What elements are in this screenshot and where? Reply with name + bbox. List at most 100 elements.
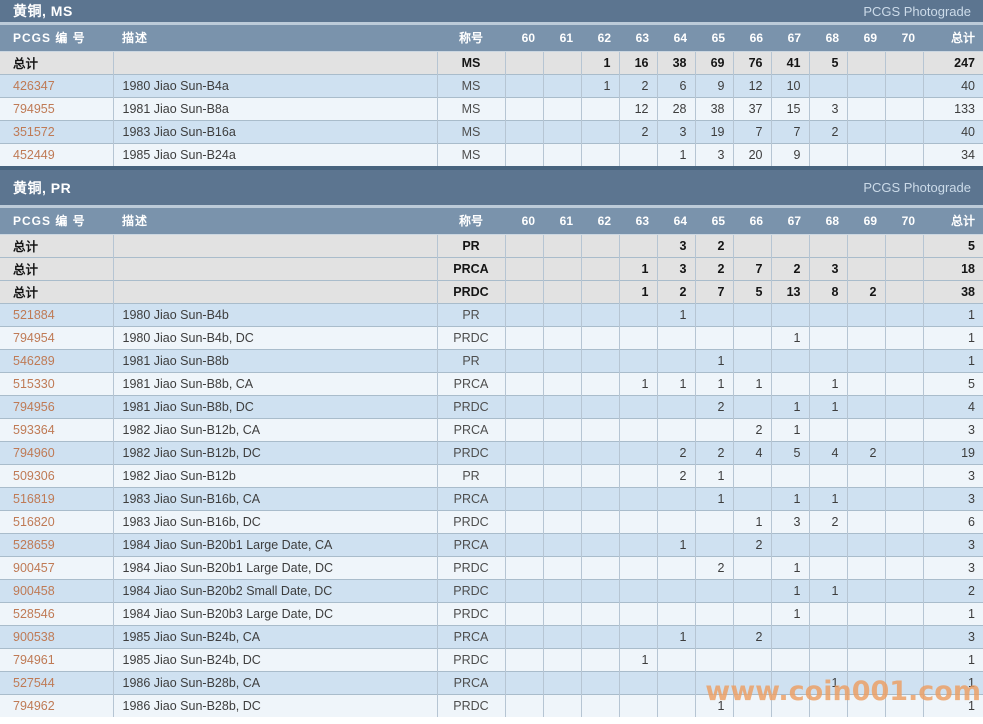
pcgs-number-link[interactable]: 509306 [13, 469, 55, 483]
pcgs-number-link[interactable]: 794962 [13, 699, 55, 713]
grade-65-cell: 1 [694, 348, 733, 372]
grade-63-cell [618, 233, 657, 257]
pcgs-number-cell: 521884 [0, 302, 113, 326]
grade-66-cell: 7 [732, 256, 771, 280]
pcgs-number-link[interactable]: 794960 [13, 446, 55, 460]
grade-67-cell [770, 647, 809, 671]
grade-67-cell [770, 302, 809, 326]
grade-68-cell [808, 532, 847, 556]
pcgs-number-link[interactable]: 900458 [13, 584, 55, 598]
total-cell: 38 [922, 279, 983, 303]
pcgs-number-link[interactable]: 527544 [13, 676, 55, 690]
grade-70-cell [884, 601, 923, 625]
pcgs-number-link[interactable]: 426347 [13, 79, 55, 93]
grade-66-cell [732, 693, 771, 717]
grade-62-cell: 1 [580, 50, 619, 74]
grade-60-cell [504, 693, 543, 717]
designation-cell: PRCA [436, 417, 505, 441]
grade-65-cell: 2 [694, 555, 733, 579]
grade-66-cell: 2 [732, 417, 771, 441]
grade-69-cell [846, 670, 885, 694]
pcgs-number-link[interactable]: 351572 [13, 125, 55, 139]
table-title: 黄铜, PR [13, 179, 72, 196]
grade-67-cell: 1 [770, 578, 809, 602]
pcgs-number-link[interactable]: 794956 [13, 400, 55, 414]
pcgs-number-link[interactable]: 528659 [13, 538, 55, 552]
col-pcgs-number: PCGS 编 号 [0, 25, 113, 52]
grade-63-cell [618, 601, 657, 625]
grade-61-cell [542, 142, 581, 166]
designation-cell: PRCA [436, 486, 505, 510]
grade-67-cell: 7 [770, 119, 809, 143]
grade-70-cell [884, 624, 923, 648]
total-cell: 5 [922, 233, 983, 257]
col-grade-63: 63 [619, 25, 657, 52]
col-designation: 称号 [437, 25, 505, 52]
summary-label: 总计 [0, 279, 113, 303]
description-cell: 1981 Jiao Sun-B8b, DC [112, 394, 437, 418]
photograde-link[interactable]: PCGS Photograde [863, 4, 971, 19]
grade-66-cell: 1 [732, 509, 771, 533]
grade-65-cell: 2 [694, 256, 733, 280]
grade-60-cell [504, 348, 543, 372]
grade-64-cell: 1 [656, 624, 695, 648]
table-row: 521884 1980 Jiao Sun-B4b PR 1 1 [0, 302, 983, 326]
grade-60-cell [504, 440, 543, 464]
grade-65-cell [694, 302, 733, 326]
pcgs-number-link[interactable]: 794955 [13, 102, 55, 116]
grade-65-cell: 3 [694, 142, 733, 166]
pcgs-number-link[interactable]: 516819 [13, 492, 55, 506]
total-cell: 5 [922, 371, 983, 395]
pcgs-number-link[interactable]: 546289 [13, 354, 55, 368]
description-cell: 1982 Jiao Sun-B12b [112, 463, 437, 487]
grade-61-cell [542, 50, 581, 74]
grade-63-cell: 1 [618, 256, 657, 280]
grade-60-cell [504, 601, 543, 625]
pcgs-number-link[interactable]: 593364 [13, 423, 55, 437]
grade-67-cell [770, 532, 809, 556]
pcgs-number-link[interactable]: 900457 [13, 561, 55, 575]
grade-68-cell [808, 348, 847, 372]
total-cell: 3 [922, 532, 983, 556]
pcgs-number-cell: 528546 [0, 601, 113, 625]
pcgs-number-link[interactable]: 900538 [13, 630, 55, 644]
pcgs-number-cell: 900457 [0, 555, 113, 579]
grade-60-cell [504, 555, 543, 579]
table-row: 516819 1983 Jiao Sun-B16b, CA PRCA 1 1 1 3 [0, 486, 983, 510]
grade-61-cell [542, 371, 581, 395]
grade-70-cell [884, 578, 923, 602]
table-row: 794962 1986 Jiao Sun-B28b, DC PRDC 1 1 [0, 693, 983, 717]
grade-60-cell [504, 371, 543, 395]
grade-62-cell [580, 394, 619, 418]
photograde-link[interactable]: PCGS Photograde [863, 180, 971, 195]
pcgs-number-cell: 516820 [0, 509, 113, 533]
grade-66-cell [732, 348, 771, 372]
pcgs-number-cell: 351572 [0, 119, 113, 143]
grade-62-cell [580, 578, 619, 602]
col-grade-64: 64 [657, 25, 695, 52]
pcgs-number-link[interactable]: 794961 [13, 653, 55, 667]
grade-70-cell [884, 119, 923, 143]
pcgs-number-link[interactable]: 521884 [13, 308, 55, 322]
pcgs-number-link[interactable]: 452449 [13, 148, 55, 162]
grade-63-cell [618, 578, 657, 602]
grade-63-cell [618, 142, 657, 166]
grade-64-cell [656, 394, 695, 418]
pcgs-number-link[interactable]: 515330 [13, 377, 55, 391]
table-row: 900538 1985 Jiao Sun-B24b, CA PRCA 1 2 3 [0, 624, 983, 648]
col-designation: 称号 [437, 208, 505, 235]
grade-64-cell: 2 [656, 463, 695, 487]
designation-cell: PRDC [436, 578, 505, 602]
pcgs-number-cell: 527544 [0, 670, 113, 694]
table-row: 593364 1982 Jiao Sun-B12b, CA PRCA 2 1 3 [0, 417, 983, 441]
grade-63-cell [618, 486, 657, 510]
pcgs-number-link[interactable]: 794954 [13, 331, 55, 345]
grade-69-cell [846, 96, 885, 120]
grade-64-cell: 28 [656, 96, 695, 120]
grade-62-cell [580, 279, 619, 303]
grade-67-cell: 3 [770, 509, 809, 533]
pcgs-number-link[interactable]: 516820 [13, 515, 55, 529]
grade-64-cell [656, 509, 695, 533]
pcgs-number-link[interactable]: 528546 [13, 607, 55, 621]
description-cell: 1984 Jiao Sun-B20b1 Large Date, DC [112, 555, 437, 579]
